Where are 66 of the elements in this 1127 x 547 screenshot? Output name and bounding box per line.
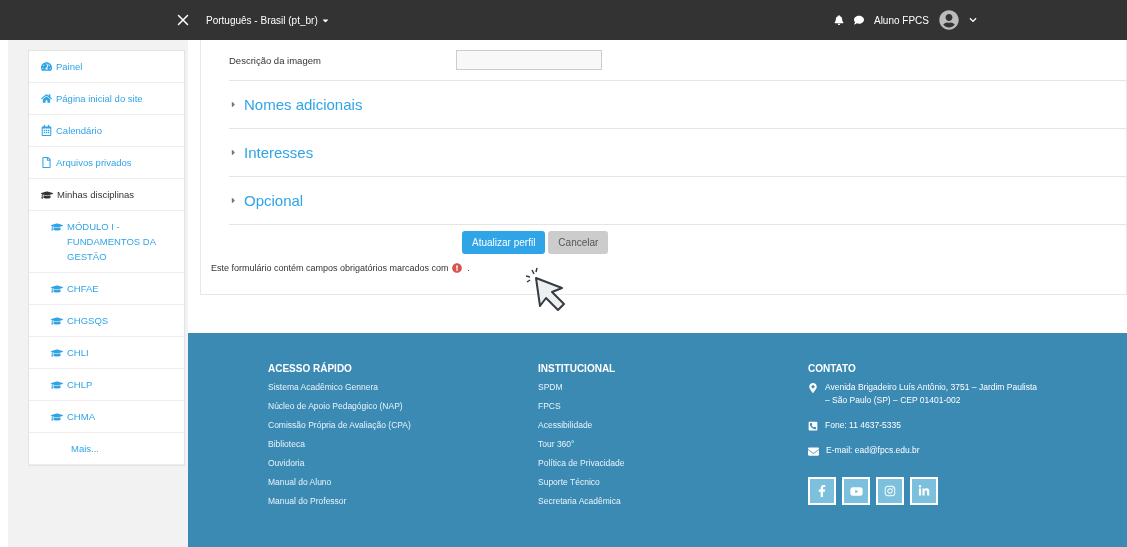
envelope-icon: [808, 446, 819, 457]
map-pin-icon: [808, 383, 818, 393]
footer-link[interactable]: Secretaria Acadêmica: [538, 495, 808, 508]
footer-link[interactable]: Comissão Própria de Avaliação (CPA): [268, 419, 538, 432]
footer-link[interactable]: Política de Privacidade: [538, 457, 808, 470]
footer-heading: INSTITUCIONAL: [538, 363, 617, 374]
section-toggle[interactable]: Opcional: [229, 192, 304, 209]
sidebar-item[interactable]: Arquivos privados: [29, 147, 184, 179]
required-note: Este formulário contém campos obrigatórios marcados com: [211, 263, 449, 273]
footer-link[interactable]: Biblioteca: [268, 438, 538, 451]
home-icon: [41, 93, 52, 104]
section-toggle[interactable]: Interesses: [229, 144, 314, 161]
footer-heading: CONTATO: [808, 363, 857, 374]
chevron-down-icon[interactable]: [969, 16, 977, 24]
sidebar-item[interactable]: CHLI: [29, 337, 184, 369]
sidebar-item[interactable]: CHGSQS: [29, 305, 184, 337]
footer-link[interactable]: Núcleo de Apoio Pedagógico (NAP): [268, 400, 538, 413]
footer-link[interactable]: Suporte Técnico: [538, 476, 808, 489]
footer-link[interactable]: Manual do Aluno: [268, 476, 538, 489]
contact-text: E-mail: ead@fpcs.edu.br: [826, 444, 921, 457]
phone-icon: [808, 421, 818, 431]
file-icon: [41, 157, 52, 168]
youtube-icon: [849, 484, 863, 498]
footer-heading: ACESSO RÁPIDO: [268, 363, 353, 374]
calendar-icon: [41, 125, 52, 136]
language-menu[interactable]: Português - Brasil (pt_br): [206, 14, 330, 26]
graduation-cap-icon: [51, 347, 63, 359]
sidebar-item[interactable]: Minhas disciplinas: [29, 179, 184, 211]
sidebar-item[interactable]: CHFAE: [29, 273, 184, 305]
graduation-cap-icon: [41, 189, 53, 201]
user-name[interactable]: Aluno FPCS: [873, 14, 929, 26]
sidebar-item[interactable]: Mais...: [29, 433, 184, 465]
sidebar-item[interactable]: MÓDULO I - FUNDAMENTOS DA GESTÃO: [29, 211, 184, 273]
note-period: .: [466, 263, 470, 273]
footer-link[interactable]: Manual do Professor: [268, 495, 538, 508]
cancel-button[interactable]: Cancelar: [548, 231, 609, 254]
graduation-cap-icon: [51, 379, 63, 391]
graduation-cap-icon: [51, 221, 63, 233]
footer-link[interactable]: Tour 360°: [538, 438, 808, 451]
sidebar-item[interactable]: Página inicial do site: [29, 83, 184, 115]
footer-link[interactable]: Acessibilidade: [538, 419, 808, 432]
graduation-cap-icon: [51, 315, 63, 327]
input-field[interactable]: [456, 50, 602, 70]
contact-text: Fone: 11 4637-5335: [825, 419, 902, 432]
footer-link[interactable]: SPDM: [538, 381, 808, 394]
field-label: Descrição da imagem: [229, 54, 322, 66]
sidebar-item[interactable]: Painel: [29, 51, 184, 83]
footer-link[interactable]: Sistema Acadêmico Gennera: [268, 381, 538, 394]
instagram-icon: [884, 485, 896, 497]
contact-text: Avenida Brigadeiro Luís Antônio, 3751 – Jardim Paulista – São Paulo (SP) – CEP 01401-002: [825, 381, 1038, 407]
chat-icon[interactable]: [853, 15, 864, 25]
linkedin-icon: [918, 485, 930, 497]
footer-link[interactable]: Ouvidoria: [268, 457, 538, 470]
graduation-cap-icon: [51, 411, 63, 423]
bell-icon[interactable]: [833, 15, 844, 25]
avatar-icon[interactable]: [939, 10, 959, 30]
sidebar-item[interactable]: Calendário: [29, 115, 184, 147]
update-button[interactable]: Atualizar perfil: [462, 231, 546, 254]
section-toggle[interactable]: Nomes adicionais: [229, 96, 363, 113]
graduation-cap-icon: [51, 283, 63, 295]
sidebar-item[interactable]: CHLP: [29, 369, 184, 401]
footer-link[interactable]: FPCS: [538, 400, 808, 413]
facebook-icon: [816, 485, 828, 497]
required-icon: [451, 263, 462, 273]
sidebar-item[interactable]: CHMA: [29, 401, 184, 433]
dashboard-icon: [41, 61, 52, 72]
